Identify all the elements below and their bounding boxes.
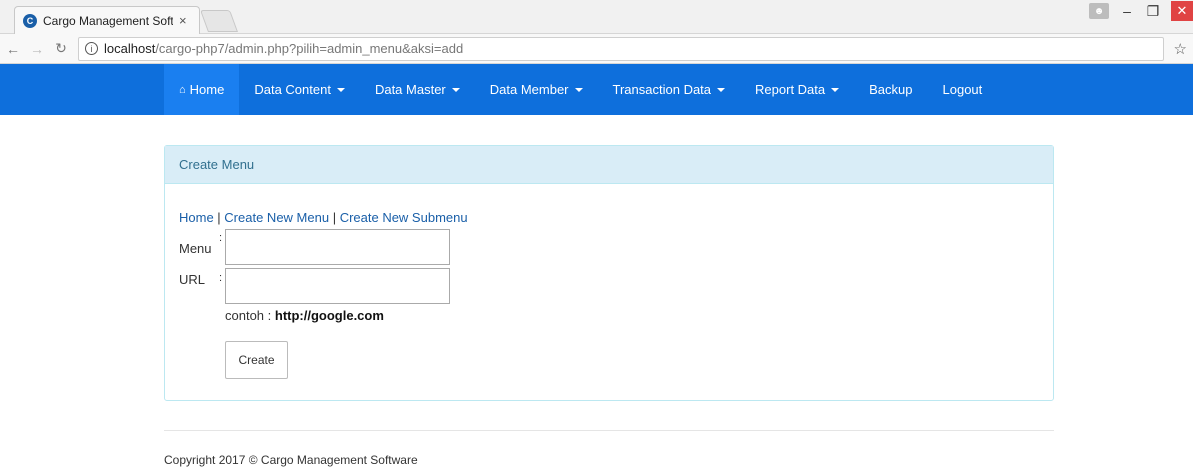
create-new-menu-link[interactable]: Create New Menu xyxy=(224,210,329,225)
footer-copyright: Copyright 2017 © Cargo Management Softwa… xyxy=(164,453,418,467)
nav-item-label: Home xyxy=(189,82,225,97)
nav-item-label: Transaction Data xyxy=(612,82,712,97)
hint-example: http://google.com xyxy=(274,308,384,323)
nav-item-home[interactable]: ⌂ Home xyxy=(164,64,240,115)
nav-item-report-data[interactable]: Report Data xyxy=(740,64,854,115)
caret-down-icon xyxy=(717,87,726,92)
nav-item-backup[interactable]: Backup xyxy=(854,64,927,115)
hint-prefix: contoh : xyxy=(225,308,275,323)
window-controls: ☻ – ❐ ✕ xyxy=(1089,0,1193,22)
link-separator: | xyxy=(329,210,340,225)
caret-down-icon xyxy=(336,87,345,92)
url-label: URL xyxy=(179,272,206,287)
close-icon[interactable]: ✕ xyxy=(1171,1,1193,21)
star-icon[interactable]: ☆ xyxy=(1174,40,1187,58)
panel-heading: Create Menu xyxy=(165,146,1053,184)
url-hint: contoh : http://google.com xyxy=(225,308,384,323)
info-icon[interactable]: i xyxy=(85,42,98,55)
tab-close-icon[interactable]: × xyxy=(179,13,187,28)
nav-item-data-content[interactable]: Data Content xyxy=(239,64,360,115)
reload-icon[interactable]: ↻ xyxy=(54,40,68,57)
caret-down-icon xyxy=(831,87,840,92)
nav-menu: ⌂ Home Data Content Data Master Data Mem… xyxy=(164,64,997,115)
url-host: localhost xyxy=(104,41,156,56)
nav-item-label: Report Data xyxy=(755,82,826,97)
address-bar: ← → ↻ i localhost/cargo-php7/admin.php?p… xyxy=(0,34,1193,64)
create-button[interactable]: Create xyxy=(225,341,288,379)
nav-item-label: Data Master xyxy=(374,82,446,97)
nav-item-label: Backup xyxy=(869,82,913,97)
caret-down-icon xyxy=(574,87,583,92)
nav-item-data-member[interactable]: Data Member xyxy=(475,64,598,115)
maximize-icon[interactable]: ❐ xyxy=(1145,3,1161,20)
nav-item-label: Logout xyxy=(942,82,983,97)
menu-input[interactable] xyxy=(225,229,450,265)
menu-colon: : xyxy=(219,232,223,244)
nav-item-label: Data Content xyxy=(254,82,331,97)
browser-tab-bar: C Cargo Management Soft × ☻ – ❐ ✕ xyxy=(0,0,1193,34)
home-icon: ⌂ xyxy=(179,83,186,96)
url-path: /cargo-php7/admin.php?pilih=admin_menu&a… xyxy=(155,41,464,56)
new-tab-button[interactable] xyxy=(199,10,239,32)
menu-label: Menu xyxy=(179,241,212,256)
forward-arrow-icon[interactable]: → xyxy=(30,41,44,57)
link-separator: | xyxy=(213,210,225,225)
breadcrumb: Home | Create New Menu | Create New Subm… xyxy=(179,210,468,225)
back-arrow-icon[interactable]: ← xyxy=(6,41,20,57)
caret-down-icon xyxy=(451,87,460,92)
nav-item-label: Data Member xyxy=(489,82,569,97)
create-new-submenu-link[interactable]: Create New Submenu xyxy=(340,210,468,225)
browser-tab[interactable]: C Cargo Management Soft × xyxy=(14,6,200,34)
site-navbar: ⌂ Home Data Content Data Master Data Mem… xyxy=(0,64,1193,115)
favicon-icon: C xyxy=(23,13,37,28)
tab-title: Cargo Management Soft xyxy=(43,13,173,28)
home-link[interactable]: Home xyxy=(179,210,214,225)
nav-item-logout[interactable]: Logout xyxy=(928,64,998,115)
nav-item-data-master[interactable]: Data Master xyxy=(360,64,475,115)
user-icon[interactable]: ☻ xyxy=(1089,3,1109,19)
nav-item-transaction-data[interactable]: Transaction Data xyxy=(598,64,741,115)
minimize-icon[interactable]: – xyxy=(1119,3,1135,19)
url-colon: : xyxy=(219,272,223,284)
url-input[interactable]: i localhost/cargo-php7/admin.php?pilih=a… xyxy=(78,36,1164,61)
footer-divider xyxy=(164,430,1054,431)
url-field[interactable] xyxy=(225,268,450,304)
create-menu-panel: Create Menu Home | Create New Menu | Cre… xyxy=(164,145,1054,401)
